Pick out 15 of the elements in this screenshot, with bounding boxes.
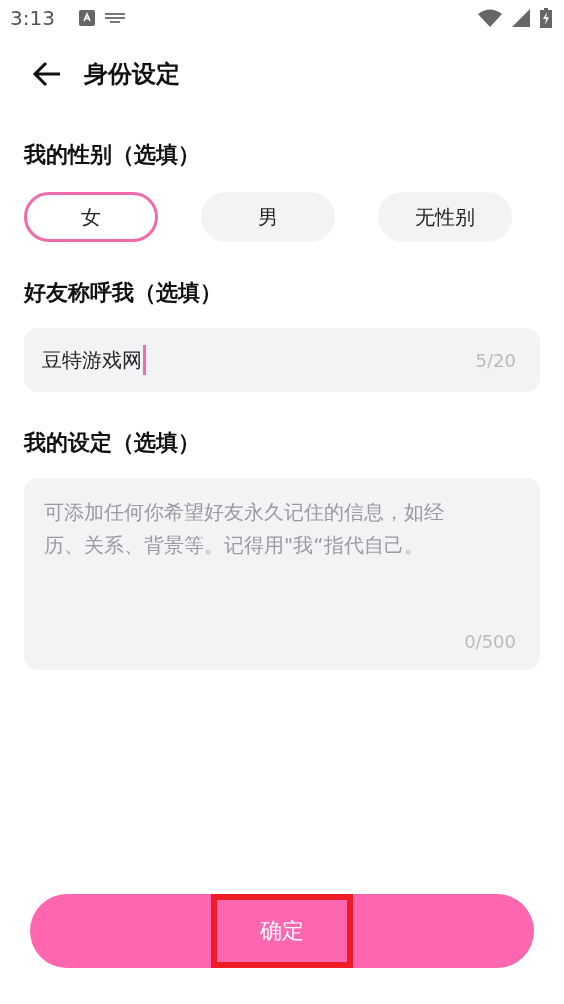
page-title: 身份设定 (84, 59, 180, 90)
section-label: 我的性别（选填） (24, 141, 201, 169)
gender-option[interactable]: 无性别 (378, 192, 512, 242)
nickname-field[interactable]: 豆特游戏网 5/20 (24, 328, 540, 392)
gender-option[interactable]: 男 (201, 192, 335, 242)
battery-icon (540, 8, 552, 28)
wifi-icon (478, 9, 502, 27)
section-label: 我的设定（选填） (24, 429, 201, 457)
back-icon[interactable] (32, 61, 62, 87)
input-method-icon (78, 10, 95, 26)
gender-option[interactable]: 女 (24, 192, 158, 242)
status-time: 3:13 (10, 6, 55, 30)
signal-icon (512, 9, 530, 27)
keyboard-icon (104, 13, 125, 23)
section-label: 好友称呼我（选填） (24, 279, 223, 307)
